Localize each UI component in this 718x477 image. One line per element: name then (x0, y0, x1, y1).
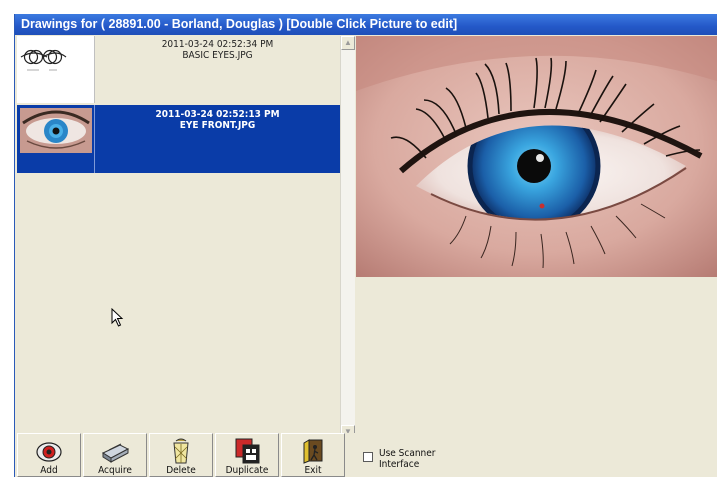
mouse-cursor-icon (111, 308, 124, 327)
list-scrollbar[interactable]: ▲ ▼ (340, 36, 355, 439)
picture-preview[interactable] (356, 36, 717, 277)
acquire-label: Acquire (98, 465, 132, 476)
exit-door-icon (303, 439, 323, 464)
exit-button[interactable]: Exit (281, 433, 345, 477)
use-scanner-checkbox[interactable] (363, 452, 373, 462)
exit-label: Exit (304, 465, 322, 476)
recycle-bin-icon (173, 438, 189, 464)
eye-photo (356, 36, 717, 277)
list-item-selected[interactable]: 2011-03-24 02:52:13 PM EYE FRONT.JPG (17, 105, 340, 173)
delete-button[interactable]: Delete (149, 433, 213, 477)
duplicate-label: Duplicate (225, 465, 269, 476)
basic-eyes-thumbnail[interactable] (17, 36, 95, 103)
acquire-button[interactable]: Acquire (83, 433, 147, 477)
eye-diagram-icon (20, 49, 67, 71)
window-title: Drawings for ( 28891.00 - Borland, Dougl… (15, 14, 717, 35)
delete-label: Delete (166, 465, 196, 476)
drawing-info: 2011-03-24 02:52:34 PM BASIC EYES.JPG (95, 36, 340, 103)
scroll-up-button[interactable]: ▲ (341, 36, 355, 50)
drawing-filename: EYE FRONT.JPG (179, 120, 256, 131)
drawing-timestamp: 2011-03-24 02:52:13 PM (155, 109, 280, 120)
use-scanner-label: Use Scanner Interface (379, 448, 436, 470)
add-label: Add (40, 465, 58, 476)
add-button[interactable]: Add (17, 433, 81, 477)
eye-front-thumbnail[interactable] (17, 105, 95, 173)
add-icon (36, 442, 62, 462)
duplicate-icon (235, 438, 260, 464)
eye-photo-icon (20, 108, 92, 153)
duplicate-button[interactable]: Duplicate (215, 433, 279, 477)
bottom-toolbar: Add Acquire Delete Duplicate Exit Use Sc… (15, 433, 717, 477)
scanner-icon (101, 443, 130, 463)
drawings-list[interactable]: 2011-03-24 02:52:34 PM BASIC EYES.JPG 20… (17, 36, 340, 439)
list-item[interactable]: 2011-03-24 02:52:34 PM BASIC EYES.JPG (17, 36, 340, 103)
drawing-info: 2011-03-24 02:52:13 PM EYE FRONT.JPG (95, 105, 340, 173)
drawing-filename: BASIC EYES.JPG (182, 50, 253, 61)
drawing-timestamp: 2011-03-24 02:52:34 PM (161, 39, 274, 50)
drawings-window: Drawings for ( 28891.00 - Borland, Dougl… (14, 14, 717, 477)
